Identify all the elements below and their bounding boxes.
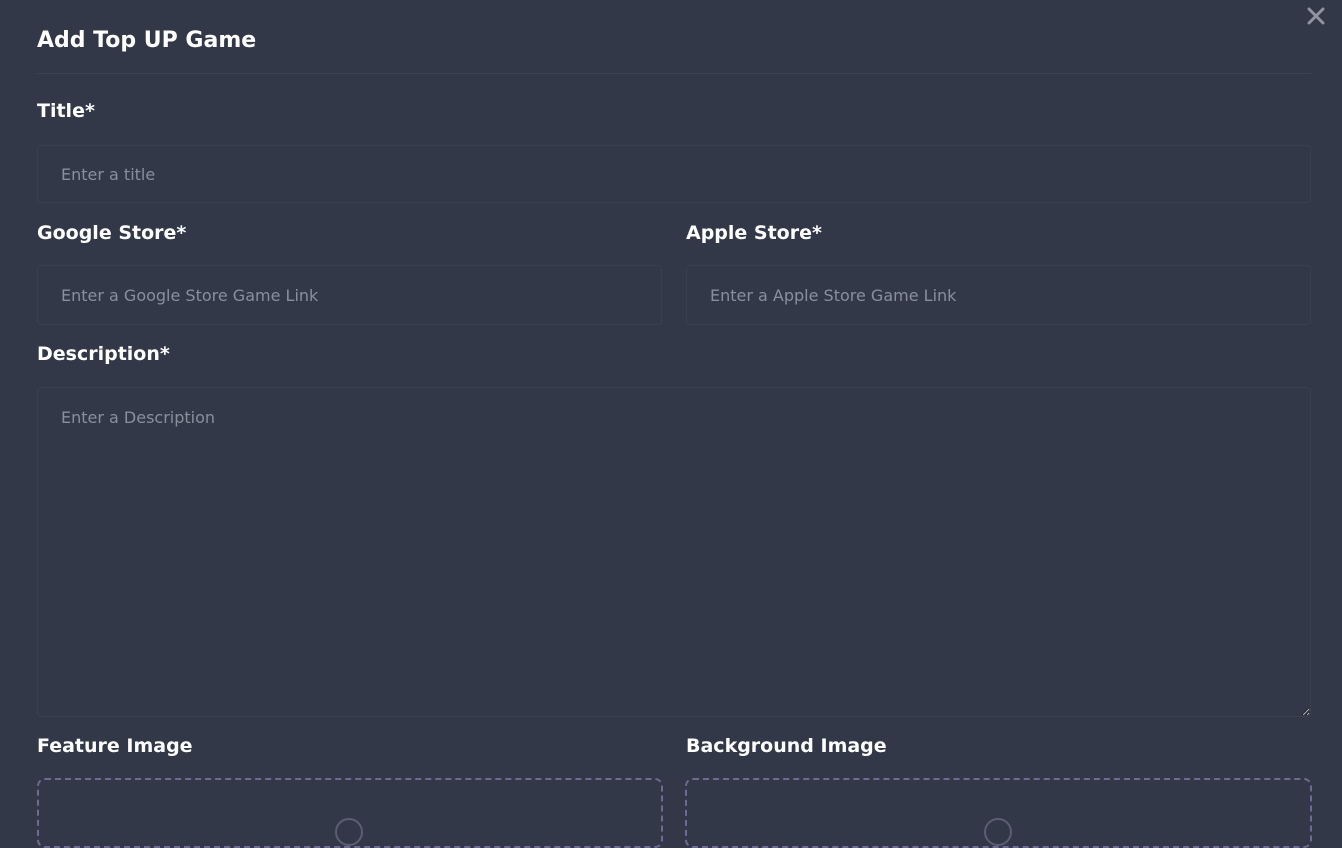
feature-image-dropzone[interactable] [37, 778, 663, 848]
close-button[interactable] [1304, 4, 1328, 28]
description-label: Description* [37, 343, 170, 365]
upload-icon [335, 818, 363, 846]
upload-icon [984, 818, 1012, 846]
title-divider [37, 73, 1311, 74]
google-store-label: Google Store* [37, 222, 187, 244]
background-image-dropzone[interactable] [685, 778, 1312, 848]
background-image-label: Background Image [686, 735, 887, 757]
apple-store-label: Apple Store* [686, 222, 822, 244]
description-textarea[interactable] [37, 387, 1311, 717]
feature-image-label: Feature Image [37, 735, 193, 757]
google-store-input[interactable] [37, 265, 662, 325]
apple-store-input[interactable] [686, 265, 1311, 325]
close-icon [1307, 7, 1325, 25]
title-input[interactable] [37, 145, 1311, 203]
dialog-title: Add Top UP Game [37, 28, 257, 53]
title-label: Title* [37, 100, 95, 122]
add-top-up-game-dialog: Add Top UP Game Title* Google Store* App… [0, 0, 1342, 848]
